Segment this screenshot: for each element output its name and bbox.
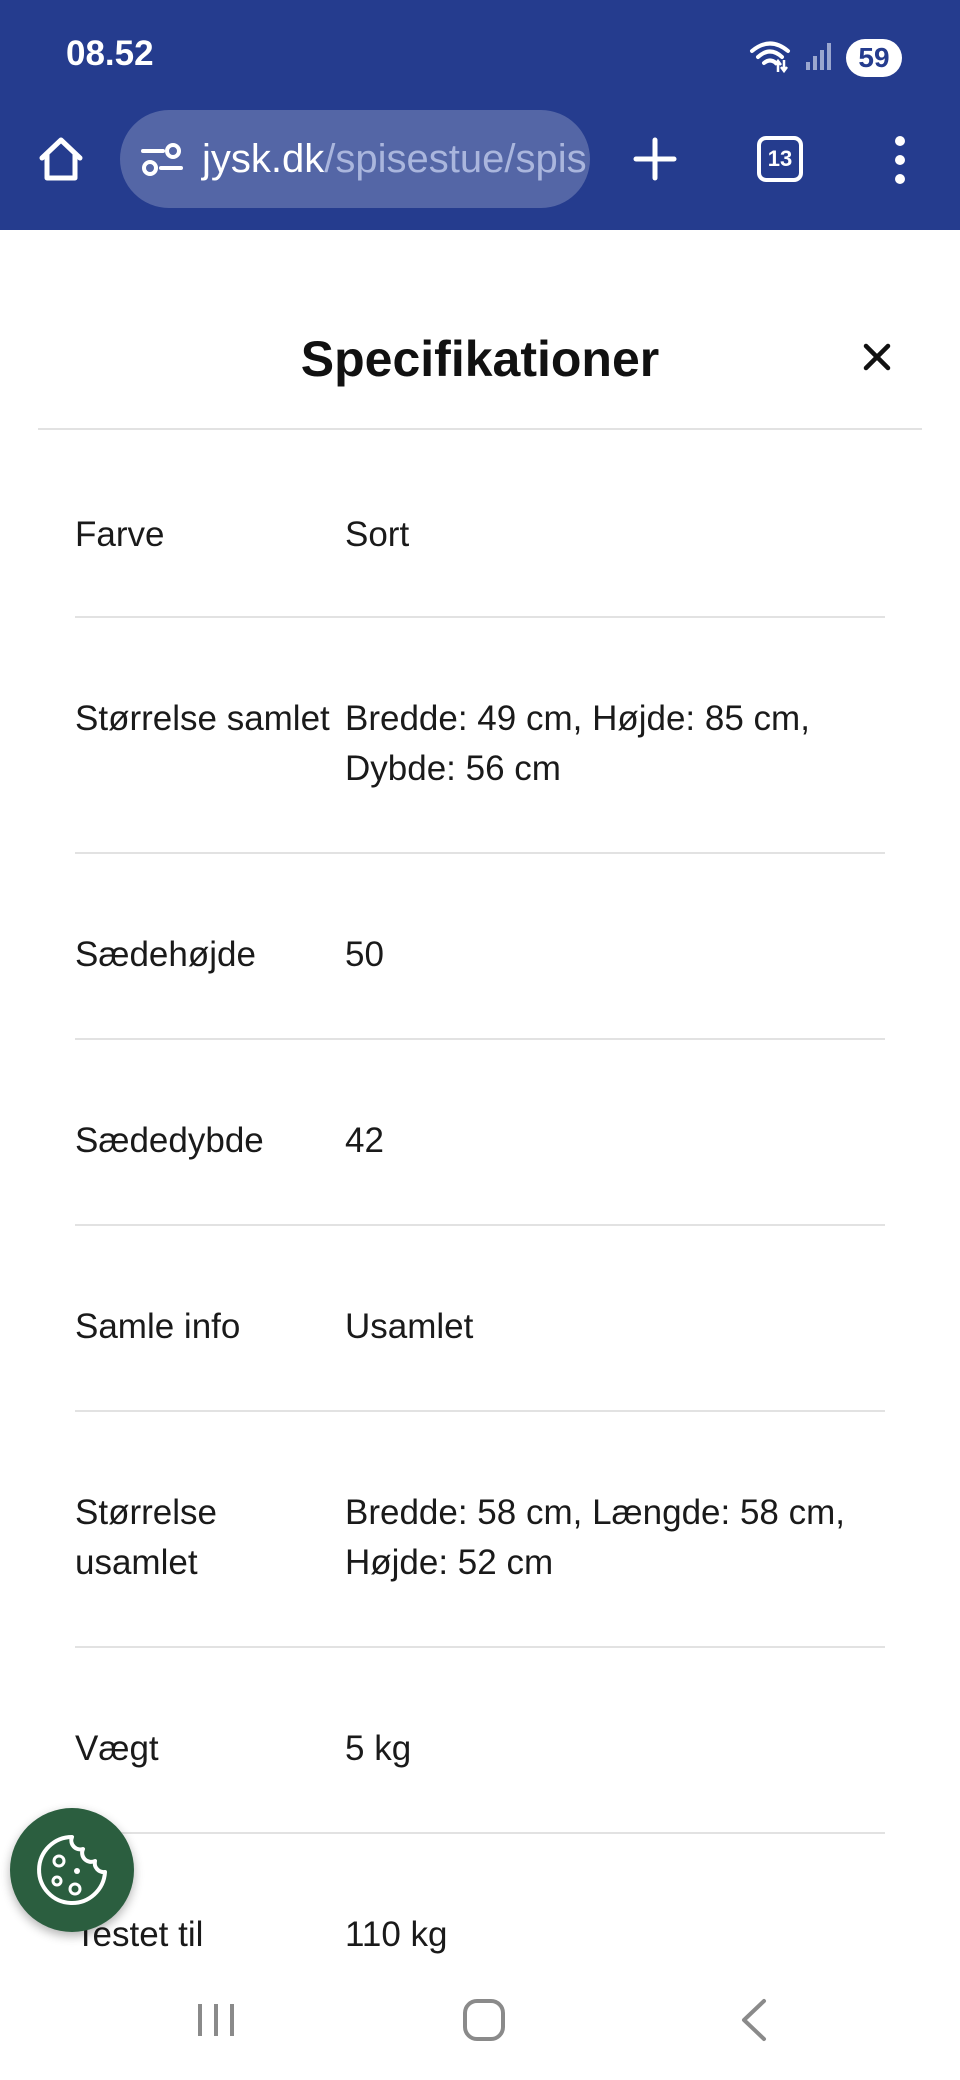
spec-value: 50 [345, 935, 384, 974]
address-bar[interactable]: jysk.dk/spisestue/spis [120, 110, 590, 208]
spec-row: Farve Sort [75, 430, 885, 618]
home-icon [39, 137, 83, 181]
status-time: 08.52 [66, 34, 154, 73]
spec-label: Størrelse samlet [75, 699, 330, 738]
close-icon [863, 343, 891, 371]
url-path: /spisestue/spis [324, 136, 587, 181]
spec-value: Usamlet [345, 1307, 474, 1346]
spec-value: Bredde: 58 cm, Længde: 58 cm, Højde: 52 … [345, 1493, 845, 1582]
browser-toolbar: 08.52 59 jysk.dk/spisestue/spis 13 [0, 0, 960, 230]
url-domain: jysk.dk [202, 136, 325, 181]
menu-dot [895, 174, 905, 184]
spec-row: Størrelse samlet Bredde: 49 cm, Højde: 8… [75, 618, 885, 854]
spec-value: 42 [345, 1121, 384, 1160]
spec-label: Testet til [75, 1915, 204, 1954]
new-tab-button[interactable] [622, 126, 688, 192]
spec-row: Samle info Usamlet [75, 1226, 885, 1412]
cookie-icon [37, 1835, 107, 1905]
system-nav-bar [0, 1960, 960, 2080]
recent-apps-icon[interactable] [176, 1990, 256, 2050]
spec-label: Vægt [75, 1729, 159, 1768]
back-icon[interactable] [714, 1990, 794, 2050]
url-text: jysk.dk/spisestue/spis [202, 137, 587, 182]
spec-row: Sædehøjde 50 [75, 854, 885, 1040]
spec-list: Farve Sort Størrelse samlet Bredde: 49 c… [75, 430, 885, 2020]
battery-icon: 59 [846, 39, 902, 77]
close-button[interactable] [852, 332, 902, 382]
spec-value: Sort [345, 515, 410, 554]
menu-dot [895, 136, 905, 146]
more-menu-icon[interactable] [880, 130, 920, 190]
spec-value: 5 kg [345, 1729, 412, 1768]
spec-row: Sædedybde 42 [75, 1040, 885, 1226]
spec-label: Størrelse usamlet [75, 1493, 217, 1582]
plus-icon [633, 137, 677, 181]
site-settings-icon[interactable] [140, 137, 184, 181]
home-button[interactable] [30, 128, 92, 190]
sheet-header: Specifikationer [38, 230, 922, 430]
spec-value: Bredde: 49 cm, Højde: 85 cm, Dybde: 56 c… [345, 699, 810, 788]
sheet-title: Specifikationer [300, 331, 660, 387]
wifi-icon [748, 38, 792, 79]
home-nav-icon[interactable] [444, 1990, 524, 2050]
spec-row: Størrelse usamlet Bredde: 58 cm, Længde:… [75, 1412, 885, 1648]
spec-label: Samle info [75, 1307, 241, 1346]
spec-label: Sædehøjde [75, 935, 256, 974]
cookie-settings-button[interactable] [10, 1808, 134, 1932]
tabs-icon[interactable]: 13 [757, 136, 803, 182]
signal-icon [804, 40, 834, 77]
menu-dot [895, 155, 905, 165]
status-icons: 59 [748, 38, 902, 78]
spec-value: 110 kg [345, 1915, 448, 1954]
spec-row: Vægt 5 kg [75, 1648, 885, 1834]
spec-label: Farve [75, 515, 165, 554]
spec-label: Sædedybde [75, 1121, 264, 1160]
